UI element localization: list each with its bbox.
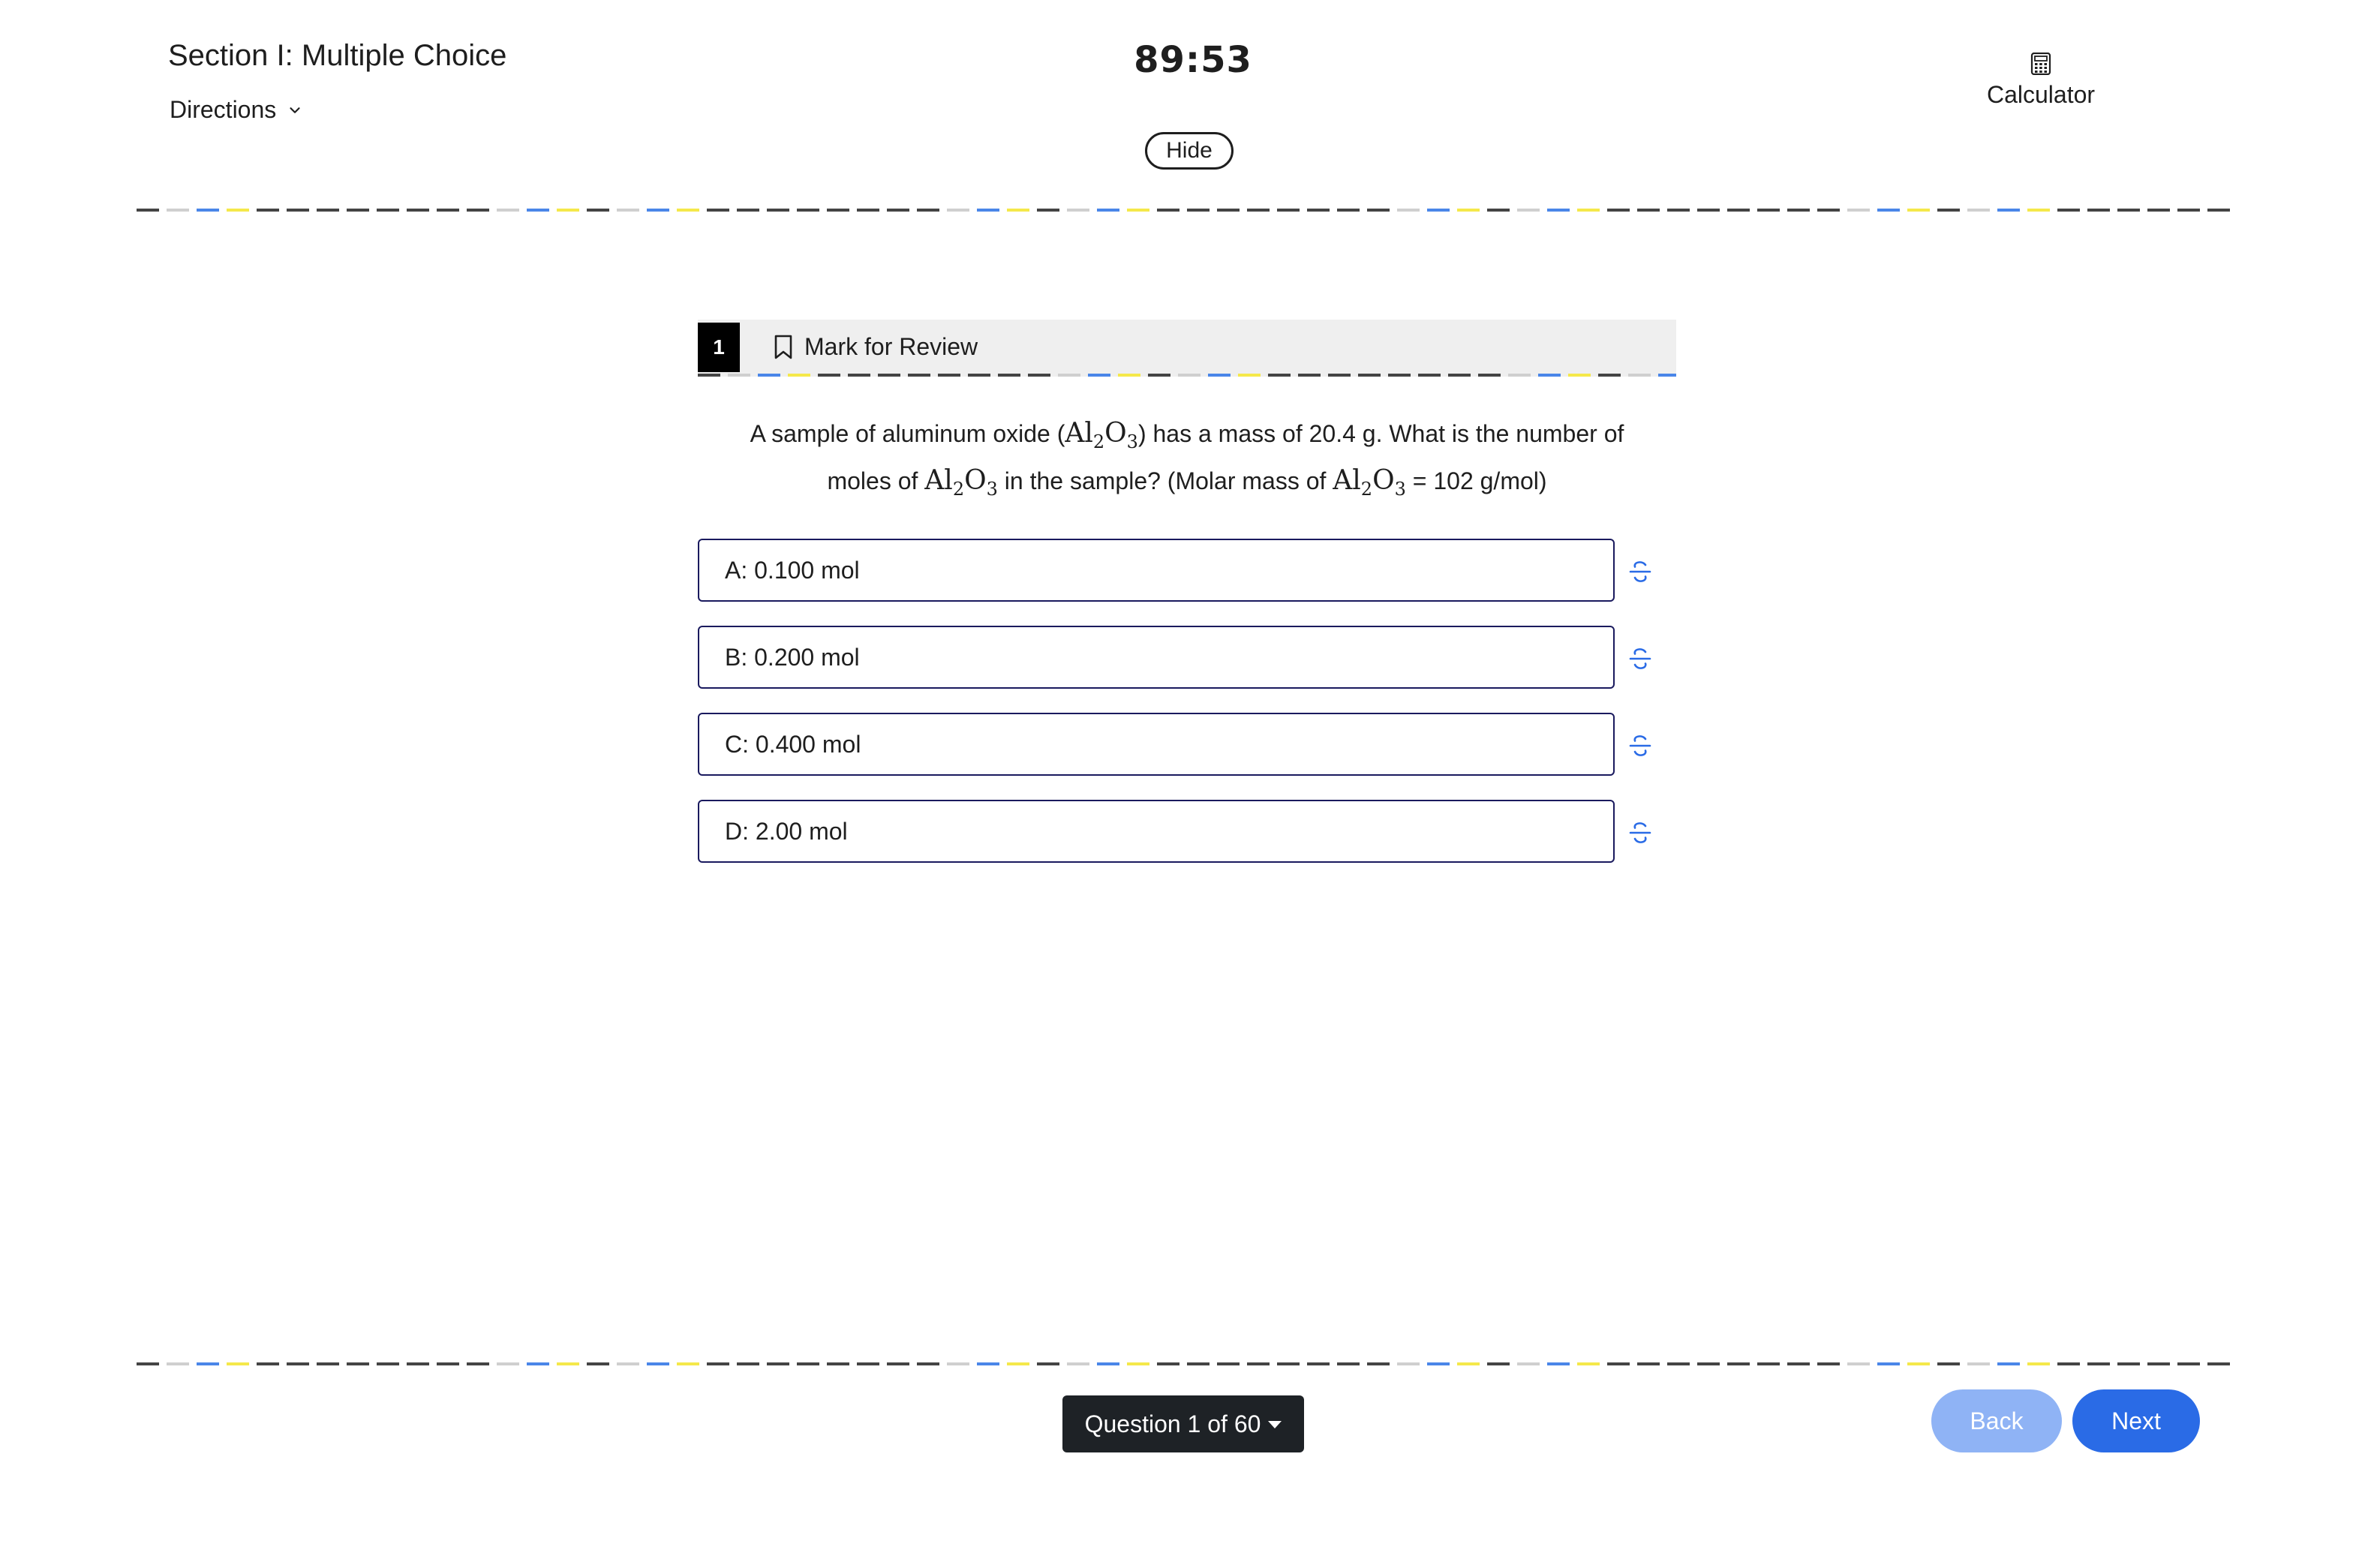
hide-timer-button[interactable]: Hide [1145,132,1234,170]
question-text-part: A sample of aluminum oxide ( [750,420,1065,447]
choice-c[interactable]: C: 0.400 mol [698,713,1615,776]
section-title: Section I: Multiple Choice [168,39,507,72]
timer: 89:53 [1134,39,1252,81]
question-text-part: ) has a mass of 20.4 g. What is the numb… [1137,420,1624,447]
caret-down-icon [1268,1421,1282,1428]
bookmark-icon [774,335,792,359]
footer-divider [137,1362,2237,1365]
strikethrough-icon[interactable] [1627,819,1654,846]
strikethrough-icon[interactable] [1627,558,1654,585]
mark-for-review-label: Mark for Review [804,333,978,360]
question-text-part: = 102 g/mol) [1405,467,1547,495]
choice-a[interactable]: A: 0.100 mol [698,539,1615,602]
directions-label: Directions [170,96,277,123]
question-header: 1 Mark for Review [698,320,1676,377]
chevron-down-icon [290,107,300,113]
header-divider [137,209,2237,212]
calculator-icon [2030,53,2051,75]
question-text: A sample of aluminum oxide (Al2O3) has a… [698,414,1676,509]
question-navigator-label: Question 1 of 60 [1084,1410,1261,1437]
exam-page: Section I: Multiple Choice Directions 89… [0,0,2362,1568]
question-text-part: moles of [827,467,925,495]
mark-for-review-button[interactable]: Mark for Review [773,333,978,361]
calculator-label: Calculator [1986,81,2096,108]
choice-b[interactable]: B: 0.200 mol [698,626,1615,689]
question-text-part: in the sample? (Molar mass of [997,467,1333,495]
chemical-formula: Al2O3 [1333,465,1406,500]
question-number-badge: 1 [698,323,740,372]
strikethrough-icon[interactable] [1627,645,1654,672]
chemical-formula: Al2O3 [924,465,998,500]
back-button[interactable]: Back [1931,1389,2062,1452]
chemical-formula: Al2O3 [1065,418,1138,453]
directions-toggle[interactable]: Directions [170,96,303,124]
next-button[interactable]: Next [2072,1389,2200,1452]
question-navigator-button[interactable]: Question 1 of 60 [1062,1395,1304,1452]
choice-d[interactable]: D: 2.00 mol [698,800,1615,863]
calculator-button[interactable]: Calculator [1951,53,2131,109]
question-header-divider [698,374,1676,377]
strikethrough-icon[interactable] [1627,732,1654,759]
